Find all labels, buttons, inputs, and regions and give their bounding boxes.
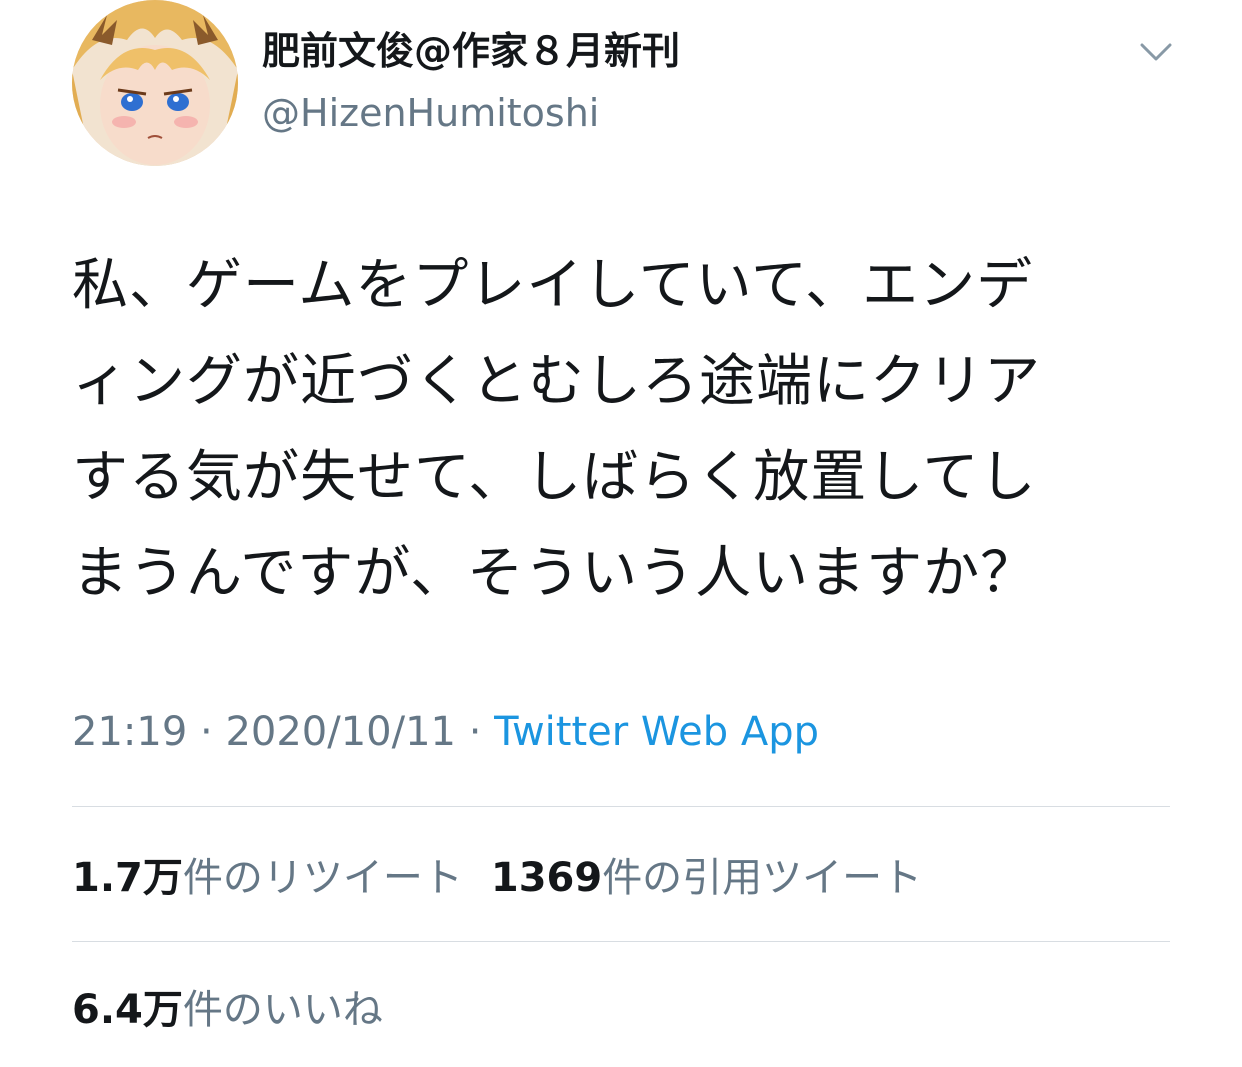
tweet-date: 2020/10/11 — [225, 709, 456, 755]
meta-separator: · — [187, 709, 226, 755]
user-handle[interactable]: @HizenHumitoshi — [262, 88, 599, 138]
tweet-text: 私、ゲームをプレイしていて、エンデ ィングが近づくとむしろ途端にクリア する気が… — [72, 238, 1182, 622]
tweet-line: ィングが近づくとむしろ途端にクリア — [72, 349, 1041, 414]
chevron-down-icon[interactable] — [1138, 34, 1174, 70]
likes-stat[interactable]: 6.4万件のいいね — [72, 984, 383, 1036]
quotes-label: 件の引用ツイート — [602, 855, 923, 901]
tweet-line: まうんですが、そういう人いますか？ — [72, 541, 1038, 606]
quotes-count: 1369 — [490, 855, 603, 901]
avatar-image — [72, 0, 238, 166]
likes-label: 件のいいね — [182, 987, 383, 1033]
divider — [72, 806, 1170, 807]
tweet-line: 私、ゲームをプレイしていて、エンデ — [72, 253, 1034, 318]
display-name[interactable]: 肥前文俊@作家８月新刊 — [262, 26, 680, 76]
avatar[interactable] — [72, 0, 238, 166]
tweet-source-link[interactable]: Twitter Web App — [494, 709, 819, 755]
retweets-label: 件のリツイート — [182, 855, 463, 901]
tweet-time: 21:19 — [72, 709, 188, 755]
tweet-meta: 21:19 · 2020/10/11 · Twitter Web App — [72, 706, 819, 758]
quotes-stat[interactable]: 1369件の引用ツイート — [491, 852, 922, 904]
retweets-count: 1.7万 — [72, 855, 183, 901]
retweets-stat[interactable]: 1.7万件のリツイート — [72, 852, 463, 904]
meta-separator: · — [455, 709, 495, 755]
retweet-stats-row: 1.7万件のリツイート 1369件の引用ツイート — [72, 852, 950, 904]
divider — [72, 941, 1170, 942]
tweet-line: する気が失せて、しばらく放置してし — [72, 445, 1037, 510]
likes-count: 6.4万 — [72, 987, 183, 1033]
likes-stats-row: 6.4万件のいいね — [72, 984, 411, 1036]
